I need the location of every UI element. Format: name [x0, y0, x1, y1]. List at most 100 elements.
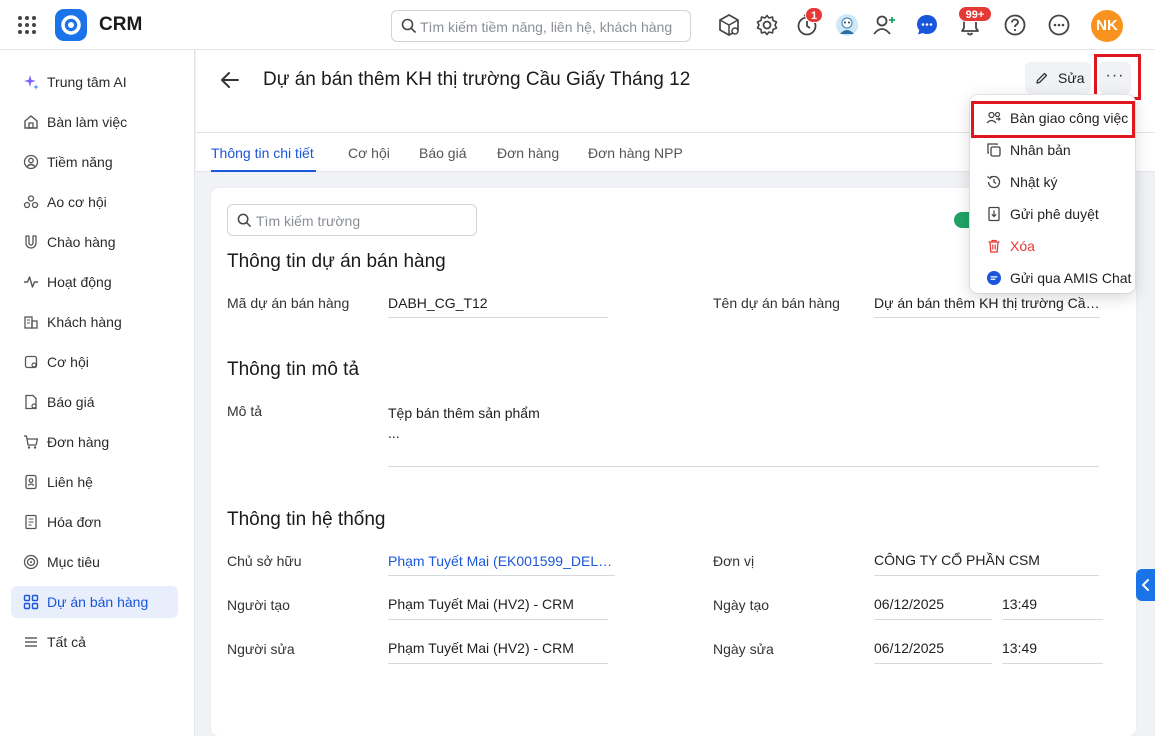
section-title-project-info: Thông tin dự án bán hàng	[227, 251, 446, 272]
copy-icon	[987, 143, 1001, 157]
cube-search-icon[interactable]	[716, 12, 742, 38]
field-underline	[874, 575, 1099, 576]
menu-item-send-amis-chat[interactable]: Gửi qua AMIS Chat	[970, 262, 1135, 294]
field-underline	[388, 575, 615, 576]
field-underline	[1002, 663, 1103, 664]
activity-icon	[24, 276, 38, 288]
field-label-description: Mô tả	[227, 403, 263, 419]
chevron-left-icon	[1142, 579, 1149, 591]
crm-logo-icon[interactable]	[55, 9, 87, 41]
magnet-icon	[25, 235, 37, 249]
field-underline	[388, 663, 608, 664]
app-name: CRM	[99, 14, 143, 35]
opportunity-icon	[24, 355, 38, 369]
field-label-unit: Đơn vị	[713, 553, 755, 569]
cart-icon	[24, 435, 39, 449]
handover-icon	[986, 111, 1001, 124]
field-value-code[interactable]: DABH_CG_T12	[388, 295, 608, 311]
sparkle-icon	[24, 75, 39, 90]
active-tab-indicator	[211, 170, 316, 172]
sidebar-item-quotes[interactable]: Báo giá	[11, 386, 178, 418]
sidebar-item-opportunity-pool[interactable]: Ao cơ hội	[11, 186, 178, 218]
sidebar-item-activities[interactable]: Hoạt động	[11, 266, 178, 298]
menu-item-send-approval[interactable]: Gửi phê duyệt	[970, 198, 1135, 230]
more-actions-button[interactable]: ···	[1099, 62, 1131, 94]
sidebar-item-customers[interactable]: Khách hàng	[11, 306, 178, 338]
tab-orders[interactable]: Đơn hàng	[497, 145, 559, 161]
approval-icon	[988, 206, 1000, 222]
building-icon	[24, 316, 38, 329]
sidebar-item-leads[interactable]: Tiềm năng	[11, 146, 178, 178]
tab-quotes[interactable]: Báo giá	[419, 145, 466, 161]
assistant-avatar-icon[interactable]	[834, 12, 860, 38]
help-icon[interactable]	[1002, 12, 1028, 38]
home-icon	[24, 115, 38, 129]
page-title: Dự án bán thêm KH thị trường Cầu Giấy Th…	[263, 69, 691, 90]
sidebar-item-contacts[interactable]: Liên hệ	[11, 466, 178, 498]
settings-icon[interactable]	[754, 12, 780, 38]
user-circle-icon	[23, 154, 39, 170]
trash-icon	[988, 239, 1000, 253]
field-label-owner: Chủ sở hữu	[227, 553, 302, 569]
field-value-created-date[interactable]: 06/12/2025	[874, 596, 992, 612]
apps-grid-icon[interactable]	[16, 14, 38, 36]
sidebar-item-sales-projects[interactable]: Dự án bán hàng	[11, 586, 178, 618]
field-search-input[interactable]	[256, 211, 468, 231]
search-icon	[401, 18, 417, 34]
chat-icon	[987, 271, 1001, 285]
menu-item-history[interactable]: Nhật ký	[970, 166, 1135, 198]
collapse-panel-handle[interactable]	[1136, 569, 1155, 601]
menu-item-handover[interactable]: Bàn giao công việc	[970, 102, 1135, 134]
menu-item-duplicate[interactable]: Nhân bản	[970, 134, 1135, 166]
field-underline	[1002, 619, 1103, 620]
menu-item-delete[interactable]: Xóa	[970, 230, 1135, 262]
field-value-unit[interactable]: CÔNG TY CỔ PHẦN CSM	[874, 552, 1099, 568]
sidebar-item-offers[interactable]: Chào hàng	[11, 226, 178, 258]
more-apps-icon[interactable]	[1046, 12, 1072, 38]
global-search[interactable]	[391, 10, 691, 42]
back-arrow-icon[interactable]	[218, 68, 242, 92]
field-label-editor: Người sửa	[227, 641, 295, 657]
field-value-edited-time[interactable]: 13:49	[1002, 640, 1103, 656]
field-value-created-time[interactable]: 13:49	[1002, 596, 1103, 612]
field-underline	[388, 466, 1099, 467]
sidebar-item-all[interactable]: Tất cả	[11, 626, 178, 658]
description-more: ...	[388, 425, 400, 441]
field-label-created-date: Ngày tạo	[713, 597, 770, 613]
tab-opportunities[interactable]: Cơ hội	[348, 145, 390, 161]
field-search[interactable]	[227, 204, 477, 236]
invoice-icon	[25, 514, 37, 530]
pool-icon	[23, 195, 39, 209]
field-value-creator[interactable]: Phạm Tuyết Mai (HV2) - CRM	[388, 596, 608, 612]
sidebar: Trung tâm AI Bàn làm việc Tiềm năng Ao c…	[0, 50, 195, 736]
add-user-icon[interactable]	[871, 12, 897, 38]
tab-distributor-orders[interactable]: Đơn hàng NPP	[588, 145, 683, 161]
history-icon	[987, 175, 1001, 189]
field-underline	[388, 317, 608, 318]
notification-badge: 99+	[958, 6, 992, 22]
sidebar-item-ai-center[interactable]: Trung tâm AI	[11, 66, 178, 98]
sidebar-item-opportunities[interactable]: Cơ hội	[11, 346, 178, 378]
sidebar-item-invoices[interactable]: Hóa đơn	[11, 506, 178, 538]
field-value-edited-date[interactable]: 06/12/2025	[874, 640, 992, 656]
sidebar-item-orders[interactable]: Đơn hàng	[11, 426, 178, 458]
field-label-edited-date: Ngày sửa	[713, 641, 774, 657]
quote-icon	[25, 394, 37, 410]
sidebar-item-goals[interactable]: Mục tiêu	[11, 546, 178, 578]
chat-icon[interactable]	[914, 12, 940, 38]
global-search-input[interactable]	[420, 17, 682, 37]
edit-button[interactable]: Sửa	[1025, 62, 1091, 94]
tab-details[interactable]: Thông tin chi tiết	[211, 145, 314, 161]
section-title-description: Thông tin mô tả	[227, 359, 360, 380]
field-value-editor[interactable]: Phạm Tuyết Mai (HV2) - CRM	[388, 640, 608, 656]
search-icon	[237, 213, 252, 228]
field-value-name[interactable]: Dự án bán thêm KH thị trường Cầu Giấy Th…	[874, 295, 1100, 311]
field-value-description[interactable]: Tệp bán thêm sản phẩm	[388, 405, 888, 421]
field-value-owner[interactable]: Phạm Tuyết Mai (EK001599_DELcfb	[388, 553, 615, 569]
top-bar: CRM 1 99+	[0, 0, 1155, 50]
more-actions-menu: Bàn giao công việc Nhân bản Nhật ký Gửi …	[970, 95, 1135, 293]
user-avatar[interactable]: NK	[1091, 10, 1123, 42]
sidebar-item-workspace[interactable]: Bàn làm việc	[11, 106, 178, 138]
field-underline	[874, 663, 992, 664]
field-label-code: Mã dự án bán hàng	[227, 295, 350, 311]
